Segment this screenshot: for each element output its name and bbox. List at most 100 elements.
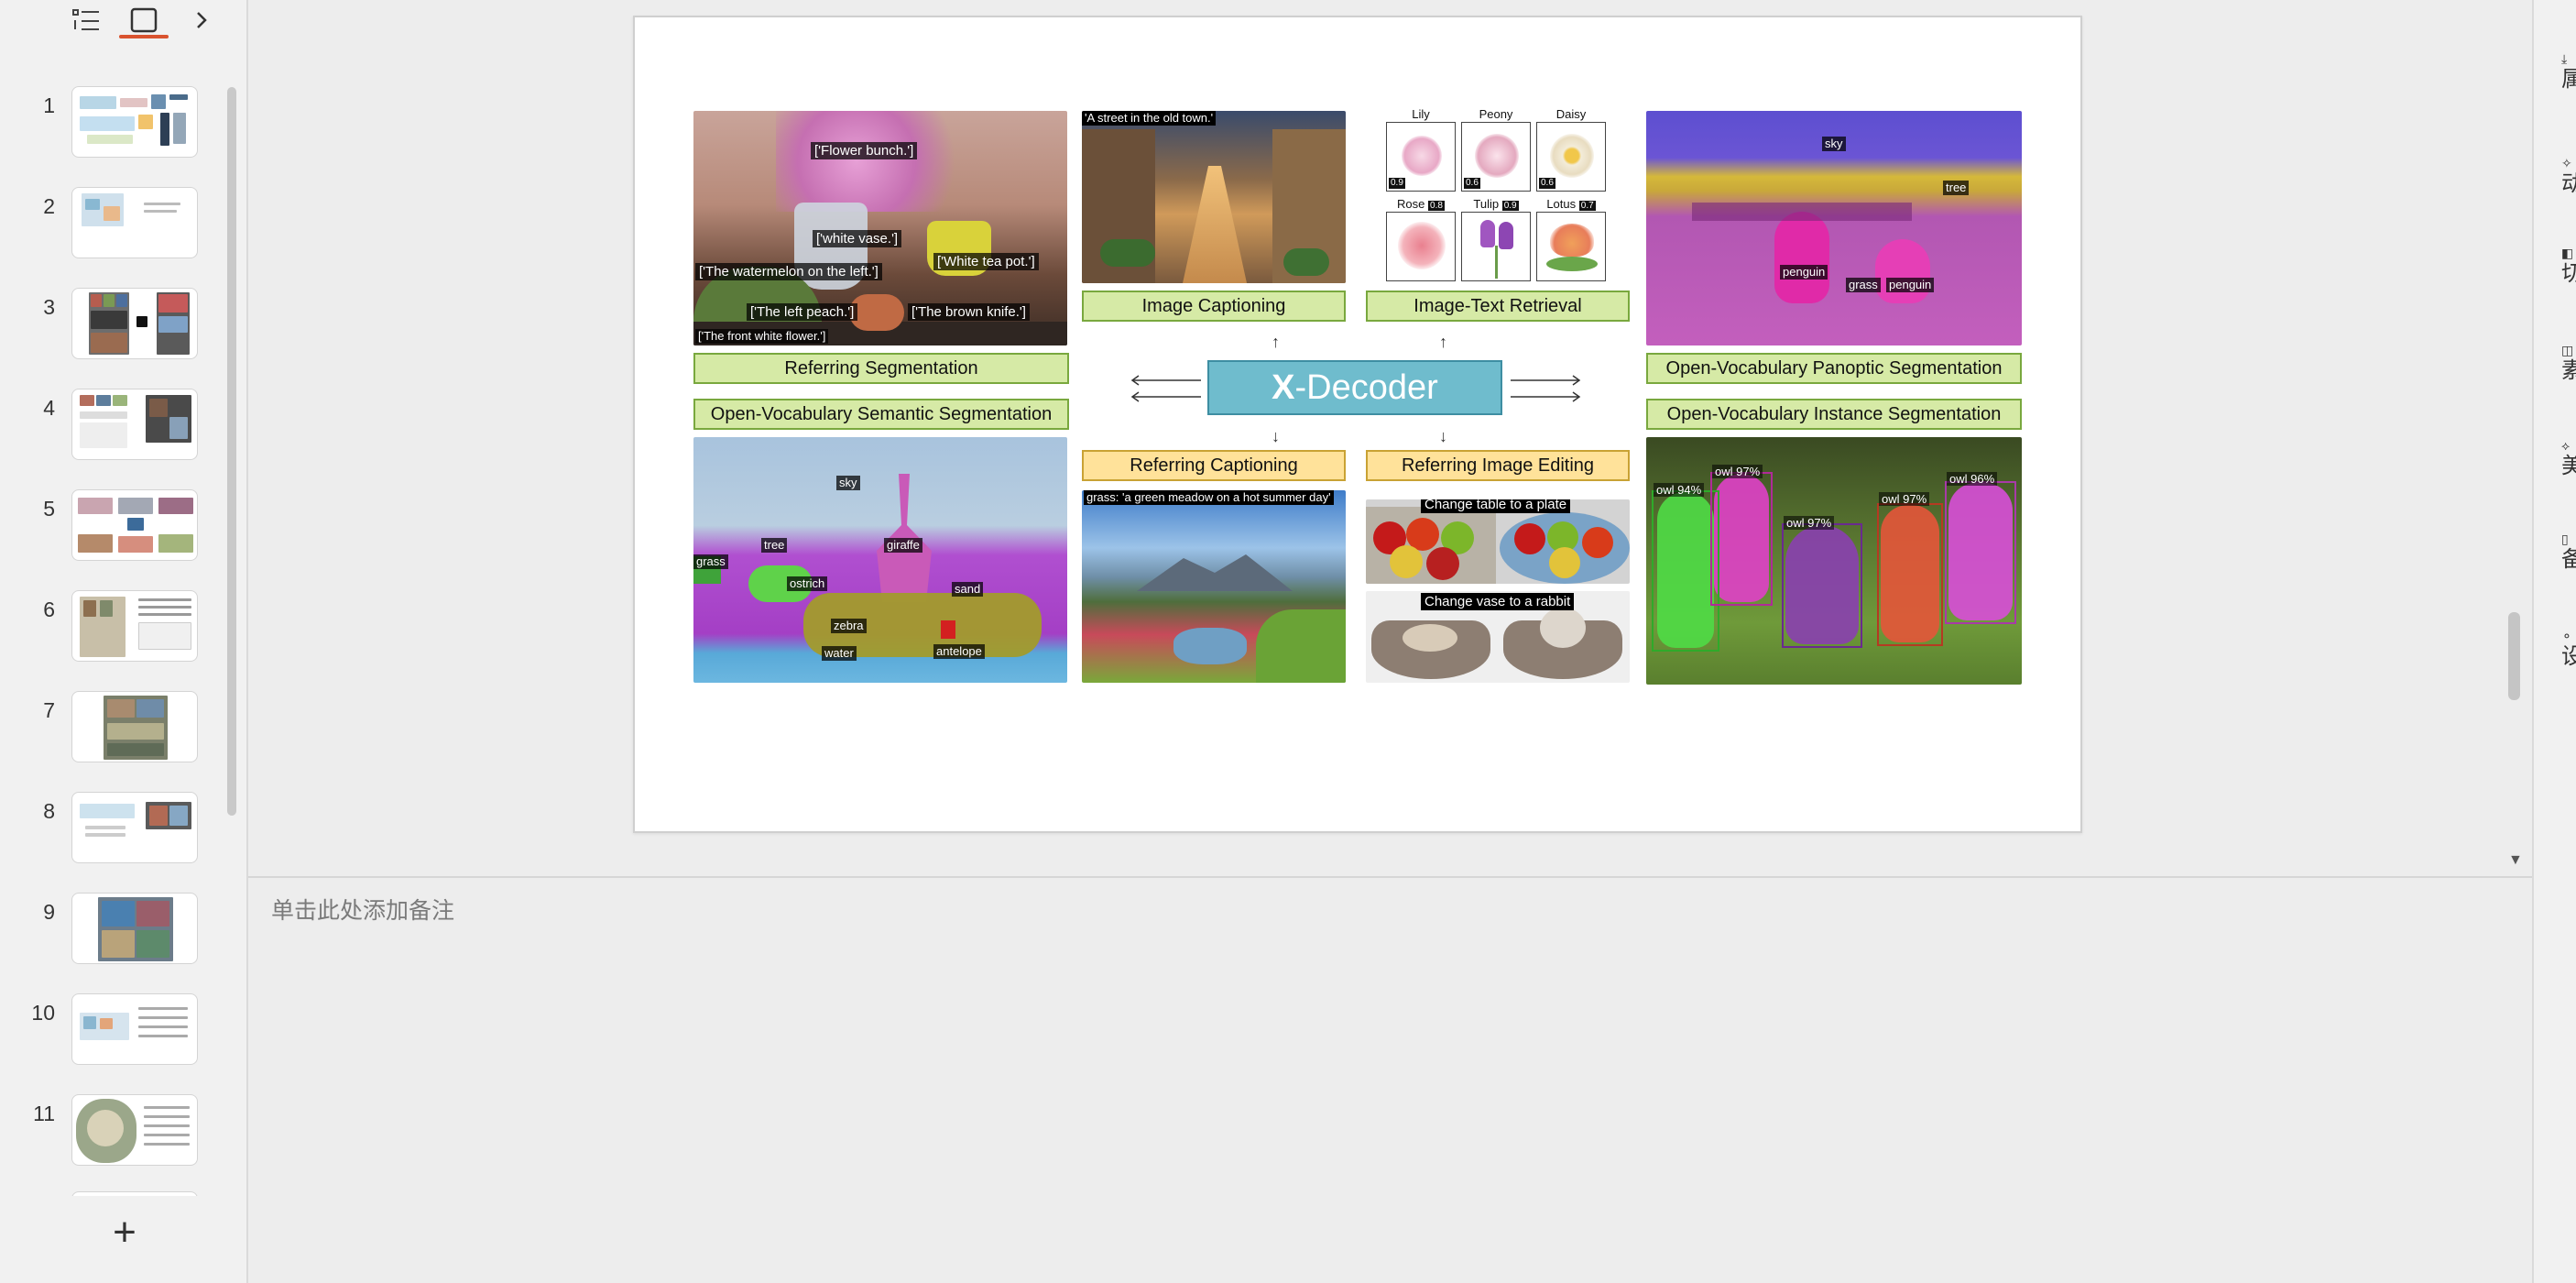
- tag-water: water: [822, 646, 857, 661]
- meadow-image: grass: 'a green meadow on a hot summer d…: [1082, 490, 1346, 683]
- owl-label: owl 97%: [1879, 492, 1930, 506]
- thumbnail-row[interactable]: 10: [0, 993, 229, 1067]
- up-arrow-icon: ↑: [1439, 333, 1447, 351]
- flower-name-lily: Lily: [1412, 107, 1430, 121]
- slide-number: 7: [43, 698, 55, 722]
- slide-thumbnail[interactable]: [71, 187, 198, 258]
- slide-number: 6: [43, 598, 55, 621]
- slide-thumbnail[interactable]: [71, 1094, 198, 1166]
- thumbnail-row[interactable]: 2: [0, 187, 229, 260]
- thumbnail-row[interactable]: 1: [0, 86, 229, 159]
- slide-thumbnail[interactable]: [71, 288, 198, 359]
- thumbnail-row[interactable]: 6: [0, 590, 229, 663]
- slide-number: 3: [43, 295, 55, 319]
- tag-ostrich: ostrich: [787, 576, 828, 591]
- flower-name-rose: Rose 0.8: [1397, 197, 1445, 211]
- beautify-icon: ⟡: [2561, 438, 2571, 453]
- tag-panoptic-grass: grass: [1846, 278, 1881, 292]
- add-slide-button[interactable]: +: [106, 1212, 143, 1253]
- semantic-segmentation-image: sky tree giraffe grass ostrich sand zebr…: [693, 437, 1067, 683]
- slide-thumbnail-panel: 1 2 3 4 5 6 7 8 9 10 11 +: [0, 0, 248, 1283]
- thumbnail-row[interactable]: 8: [0, 792, 229, 865]
- flower-peony: 0.6: [1461, 122, 1531, 192]
- animation-icon: ✧: [2561, 156, 2572, 170]
- caption-street: 'A street in the old town.': [1082, 111, 1217, 126]
- slide-thumbnail[interactable]: [71, 993, 198, 1065]
- outline-view-icon[interactable]: [70, 4, 103, 37]
- thumbnail-row[interactable]: 5: [0, 489, 229, 563]
- flower-lily: 0.9: [1386, 122, 1456, 192]
- slide-canvas[interactable]: ['Flower bunch.'] ['white vase.'] ['The …: [633, 16, 2082, 833]
- beautify-tab[interactable]: ⟡ 美: [2561, 438, 2576, 480]
- tag-tree: tree: [761, 538, 788, 553]
- thumbnail-row[interactable]: 4: [0, 389, 229, 462]
- tag-watermelon: ['The watermelon on the left.']: [695, 263, 882, 280]
- slide-thumbnail[interactable]: [71, 893, 198, 964]
- transition-icon: ◧: [2561, 246, 2574, 260]
- tag-panoptic-sky: sky: [1822, 137, 1846, 151]
- slide-number: 1: [43, 93, 55, 117]
- flower-rose: [1386, 212, 1456, 281]
- scroll-down-arrow-icon[interactable]: ▼: [2508, 852, 2523, 869]
- transition-tab[interactable]: ◧ 切: [2561, 246, 2576, 288]
- owl-label: owl 97%: [1784, 516, 1835, 530]
- slide-thumbnail[interactable]: [71, 792, 198, 863]
- export-tab[interactable]: ⤓ 属: [2561, 51, 2576, 93]
- referring-segmentation-image: ['Flower bunch.'] ['white vase.'] ['The …: [693, 111, 1067, 345]
- slide-number: 11: [33, 1102, 55, 1125]
- x-decoder-title: X-Decoder: [1207, 360, 1502, 415]
- material-icon: ◫: [2561, 343, 2574, 357]
- thumbnail-row[interactable]: 9: [0, 893, 229, 966]
- design-tab[interactable]: ⚬ 设: [2561, 629, 2576, 671]
- material-tab[interactable]: ◫ 素: [2561, 343, 2576, 385]
- tag-giraffe: giraffe: [884, 538, 922, 553]
- tag-grass: grass: [693, 554, 728, 569]
- owl-bbox: [1710, 472, 1773, 606]
- notes-divider[interactable]: [248, 876, 2532, 878]
- slide-number: 5: [43, 497, 55, 521]
- street-image: 'A street in the old town.': [1082, 111, 1346, 283]
- label-ov-panoptic-segmentation: Open-Vocabulary Panoptic Segmentation: [1646, 353, 2022, 384]
- instance-segmentation-image: owl 94% owl 97% owl 97% owl 97% owl 96%: [1646, 437, 2022, 685]
- slide-thumbnail[interactable]: [71, 590, 198, 662]
- thumbnail-row[interactable]: 11: [0, 1094, 229, 1168]
- slide-thumbnail[interactable]: [71, 86, 198, 158]
- animation-tab[interactable]: ✧ 动: [2561, 156, 2576, 198]
- editor-scrollbar[interactable]: [2508, 612, 2520, 700]
- right-side-panel: ⤓ 属 ✧ 动 ◧ 切 ◫ 素 ⟡ 美 ▯ 备 ⚬ 设: [2532, 0, 2576, 1283]
- slide-number: 9: [43, 900, 55, 924]
- slide-thumbnail[interactable]: [71, 1191, 198, 1196]
- caption-meadow: grass: 'a green meadow on a hot summer d…: [1084, 490, 1334, 505]
- collapse-arrow-icon[interactable]: [185, 4, 218, 37]
- slide-thumbnail[interactable]: [71, 389, 198, 460]
- label-referring-segmentation: Referring Segmentation: [693, 353, 1069, 384]
- tag-brown-knife: ['The brown knife.']: [908, 303, 1030, 321]
- thumbnail-row[interactable]: [0, 1191, 229, 1196]
- down-arrow-icon: ↓: [1272, 427, 1280, 445]
- owl-bbox: [1945, 481, 2016, 624]
- thumbnail-row[interactable]: 3: [0, 288, 229, 361]
- label-referring-captioning: Referring Captioning: [1082, 450, 1346, 481]
- flower-daisy: 0.6: [1536, 122, 1606, 192]
- slide-thumbnail[interactable]: [71, 691, 198, 762]
- notes-tab[interactable]: ▯ 备: [2561, 532, 2576, 574]
- tag-white-tea-pot: ['White tea pot.']: [933, 253, 1039, 270]
- slide-thumbnail[interactable]: [71, 489, 198, 561]
- flower-lotus: [1536, 212, 1606, 281]
- flower-tulip: [1461, 212, 1531, 281]
- tag-white-vase: ['white vase.']: [813, 230, 902, 247]
- score-daisy: 0.6: [1539, 178, 1555, 189]
- label-image-captioning: Image Captioning: [1082, 291, 1346, 322]
- design-icon: ⚬: [2561, 629, 2572, 643]
- thumbnail-row[interactable]: 7: [0, 691, 229, 764]
- label-image-text-retrieval: Image-Text Retrieval: [1366, 291, 1630, 322]
- label-ov-instance-segmentation: Open-Vocabulary Instance Segmentation: [1646, 399, 2022, 430]
- thumbnail-scrollbar[interactable]: [227, 87, 236, 816]
- slide-number: 10: [31, 1001, 55, 1025]
- left-arrows-icon: [1130, 375, 1201, 402]
- owl-label: owl 94%: [1654, 483, 1705, 497]
- slide-view-icon[interactable]: [127, 4, 160, 37]
- notes-input[interactable]: 单击此处添加备注: [271, 893, 454, 926]
- active-tab-indicator: [119, 35, 169, 38]
- tag-sky: sky: [836, 476, 860, 490]
